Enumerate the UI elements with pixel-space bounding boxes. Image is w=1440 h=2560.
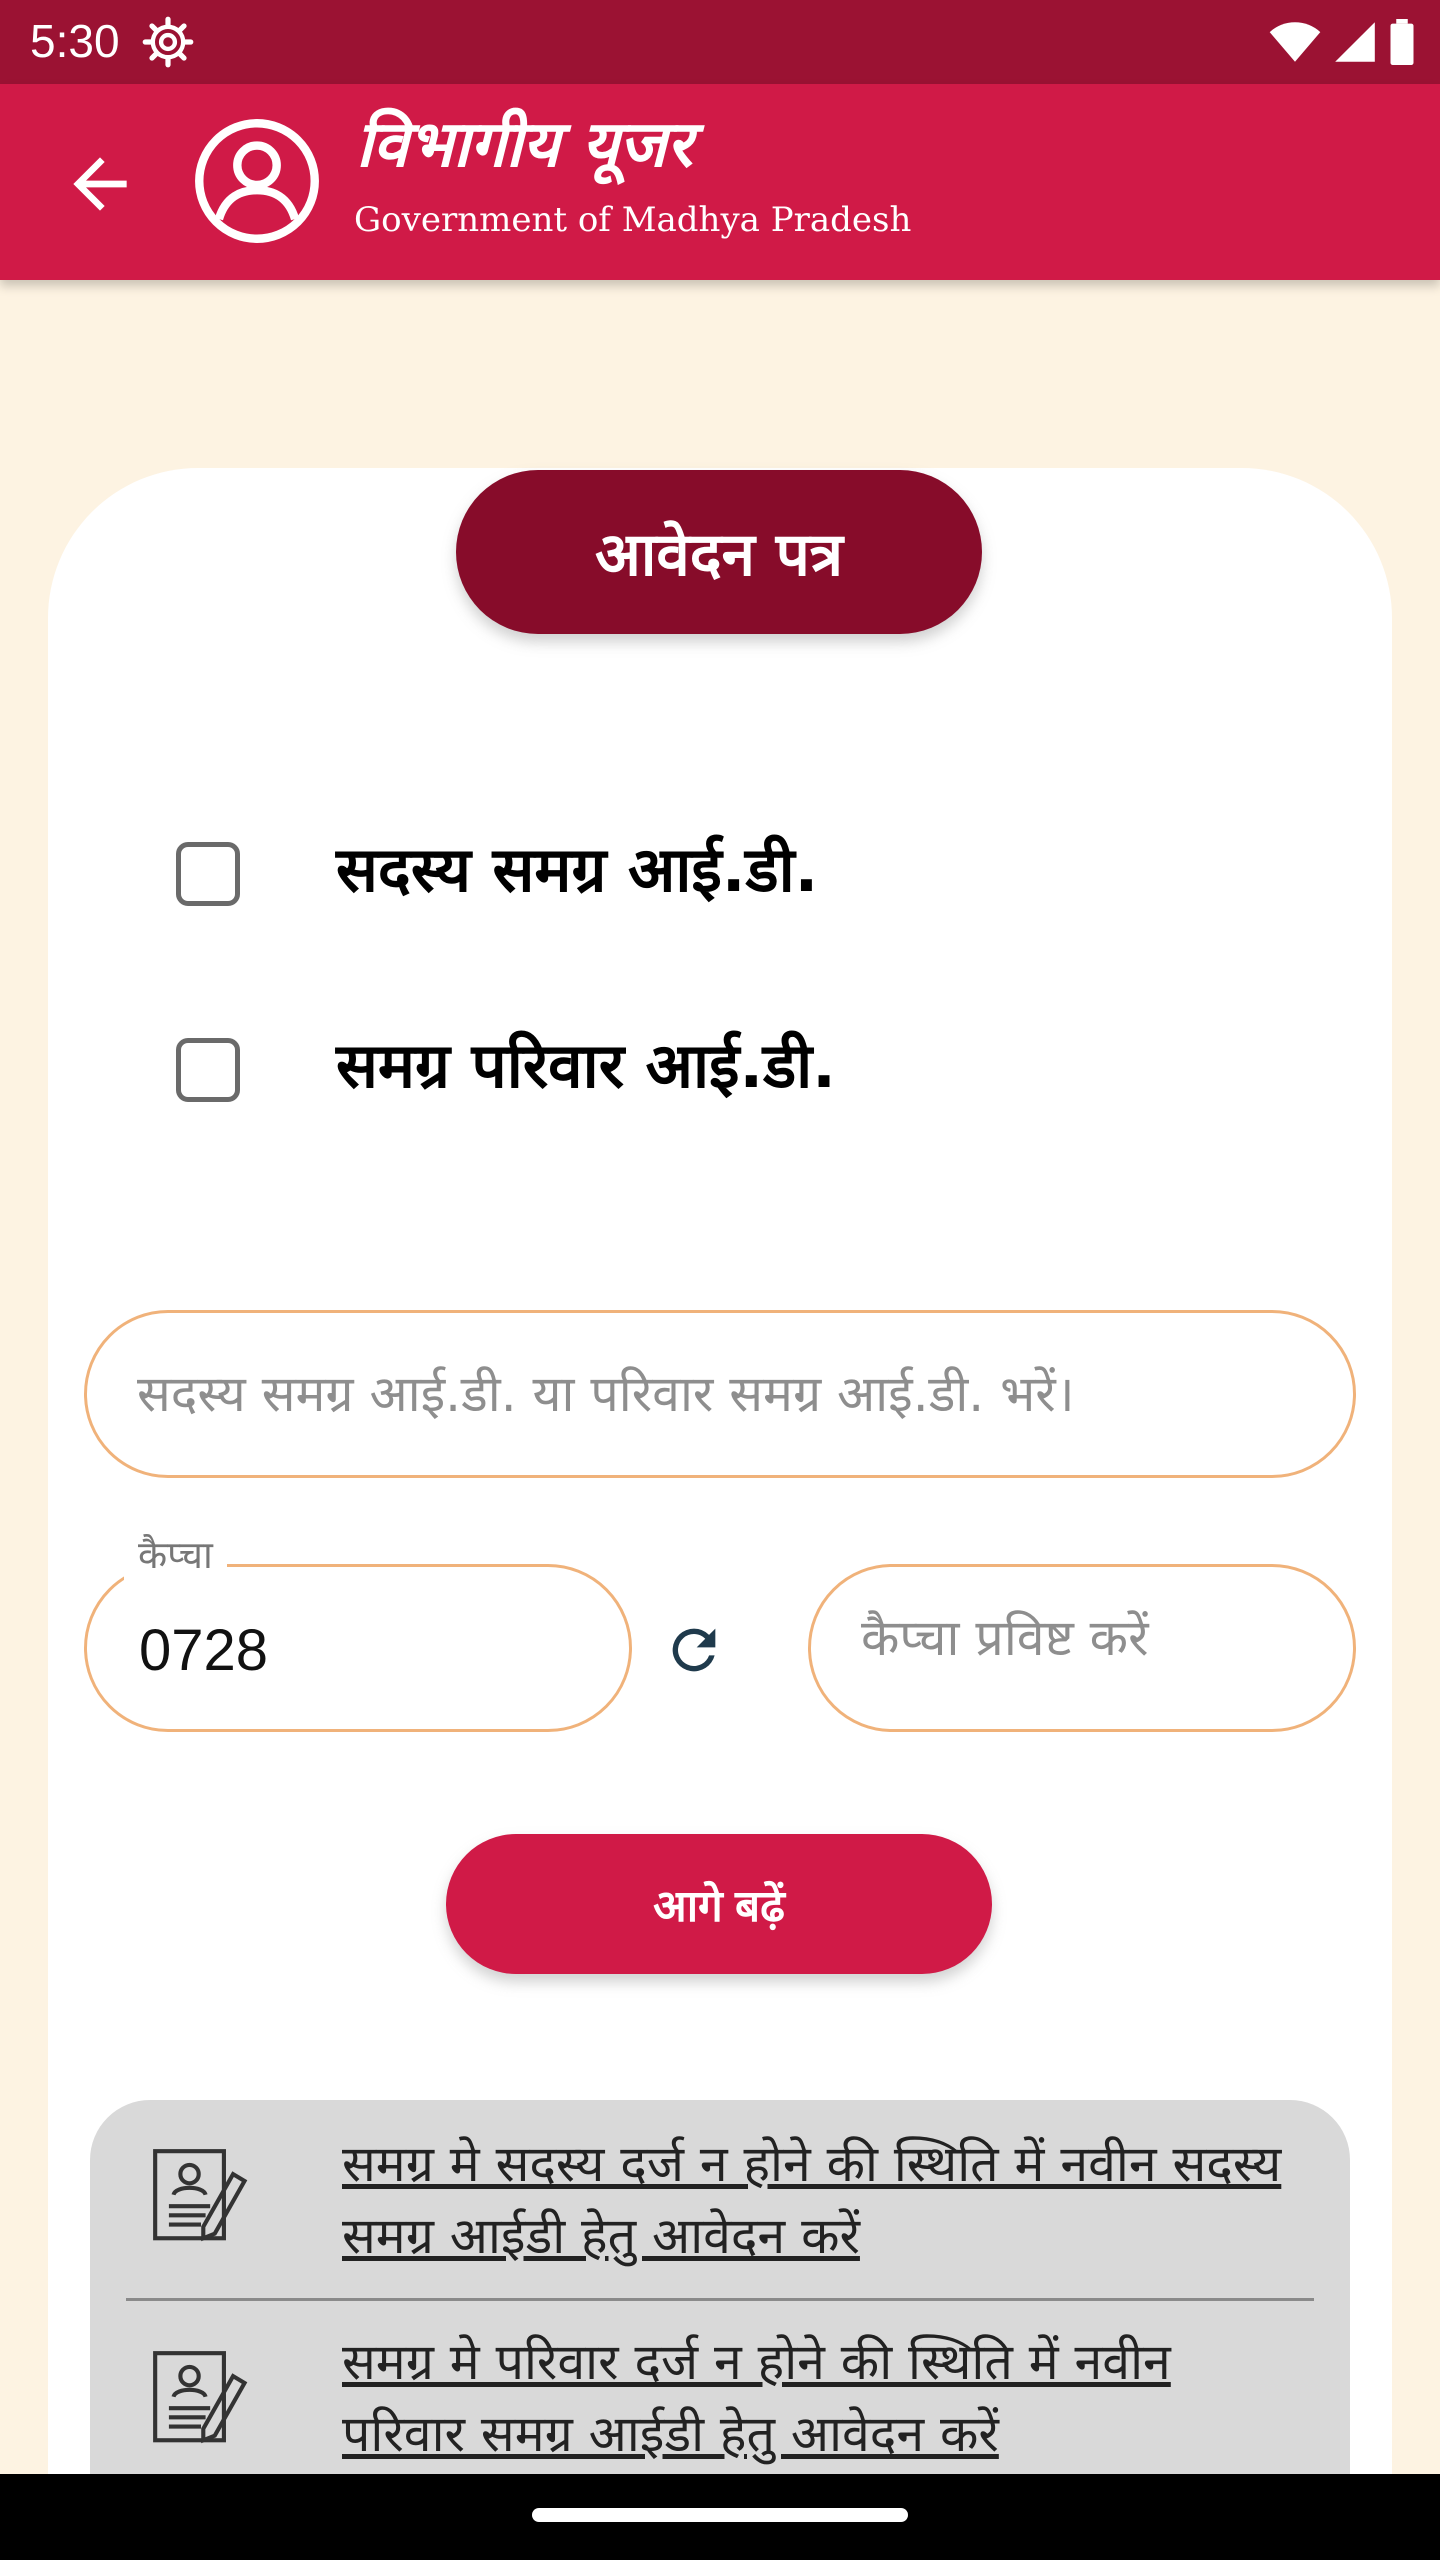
family-id-label[interactable]: समग्र परिवार आई.डी. [336,1022,836,1106]
application-form-icon [153,2149,248,2242]
application-form-icon [153,2351,248,2444]
status-bar: 5:30 [0,0,1440,84]
captcha-entry-field[interactable] [808,1564,1356,1732]
new-family-link[interactable]: समग्र मे परिवार दर्ज न होने की स्थिति मे… [342,2326,1302,2470]
navigation-bar [0,2474,1440,2560]
checkbox-row-family-id[interactable] [176,1038,240,1102]
samagra-id-field[interactable] [84,1310,1356,1478]
next-button[interactable]: आगे बढ़ें [446,1834,992,1974]
user-avatar-icon [195,119,319,243]
signal-icon [1335,22,1375,62]
status-time: 5:30 [30,15,120,67]
captcha-display-field: 0728 [84,1564,632,1732]
links-panel: समग्र मे सदस्य दर्ज न होने की स्थिति में… [90,2100,1350,2500]
status-icons [1268,18,1416,66]
captcha-value: 0728 [139,1618,269,1683]
new-member-link-row[interactable]: समग्र मे सदस्य दर्ज न होने की स्थिति में… [90,2100,1350,2300]
home-gesture-handle[interactable] [532,2508,908,2522]
family-id-checkbox[interactable] [176,1038,240,1102]
member-id-label[interactable]: सदस्य समग्र आई.डी. [336,826,818,910]
back-arrow-icon[interactable] [60,144,140,224]
member-id-checkbox[interactable] [176,842,240,906]
battery-icon [1390,19,1414,65]
refresh-icon[interactable] [662,1618,726,1682]
form-header: आवेदन पत्र [456,470,982,634]
captcha-label: कैप्चा [124,1528,227,1580]
checkbox-row-member-id[interactable] [176,842,240,906]
new-family-link-row[interactable]: समग्र मे परिवार दर्ज न होने की स्थिति मे… [90,2300,1350,2500]
app-subtitle: Government of Madhya Pradesh [354,200,912,240]
samagra-id-input[interactable] [87,1313,1353,1475]
wifi-icon [1269,22,1321,62]
gear-icon [142,16,194,68]
new-member-link[interactable]: समग्र मे सदस्य दर्ज न होने की स्थिति में… [342,2128,1302,2272]
app-bar: विभागीय यूजर Government of Madhya Prades… [0,84,1440,280]
app-title: विभागीय यूजर [356,108,693,182]
captcha-entry-input[interactable] [811,1567,1353,1729]
